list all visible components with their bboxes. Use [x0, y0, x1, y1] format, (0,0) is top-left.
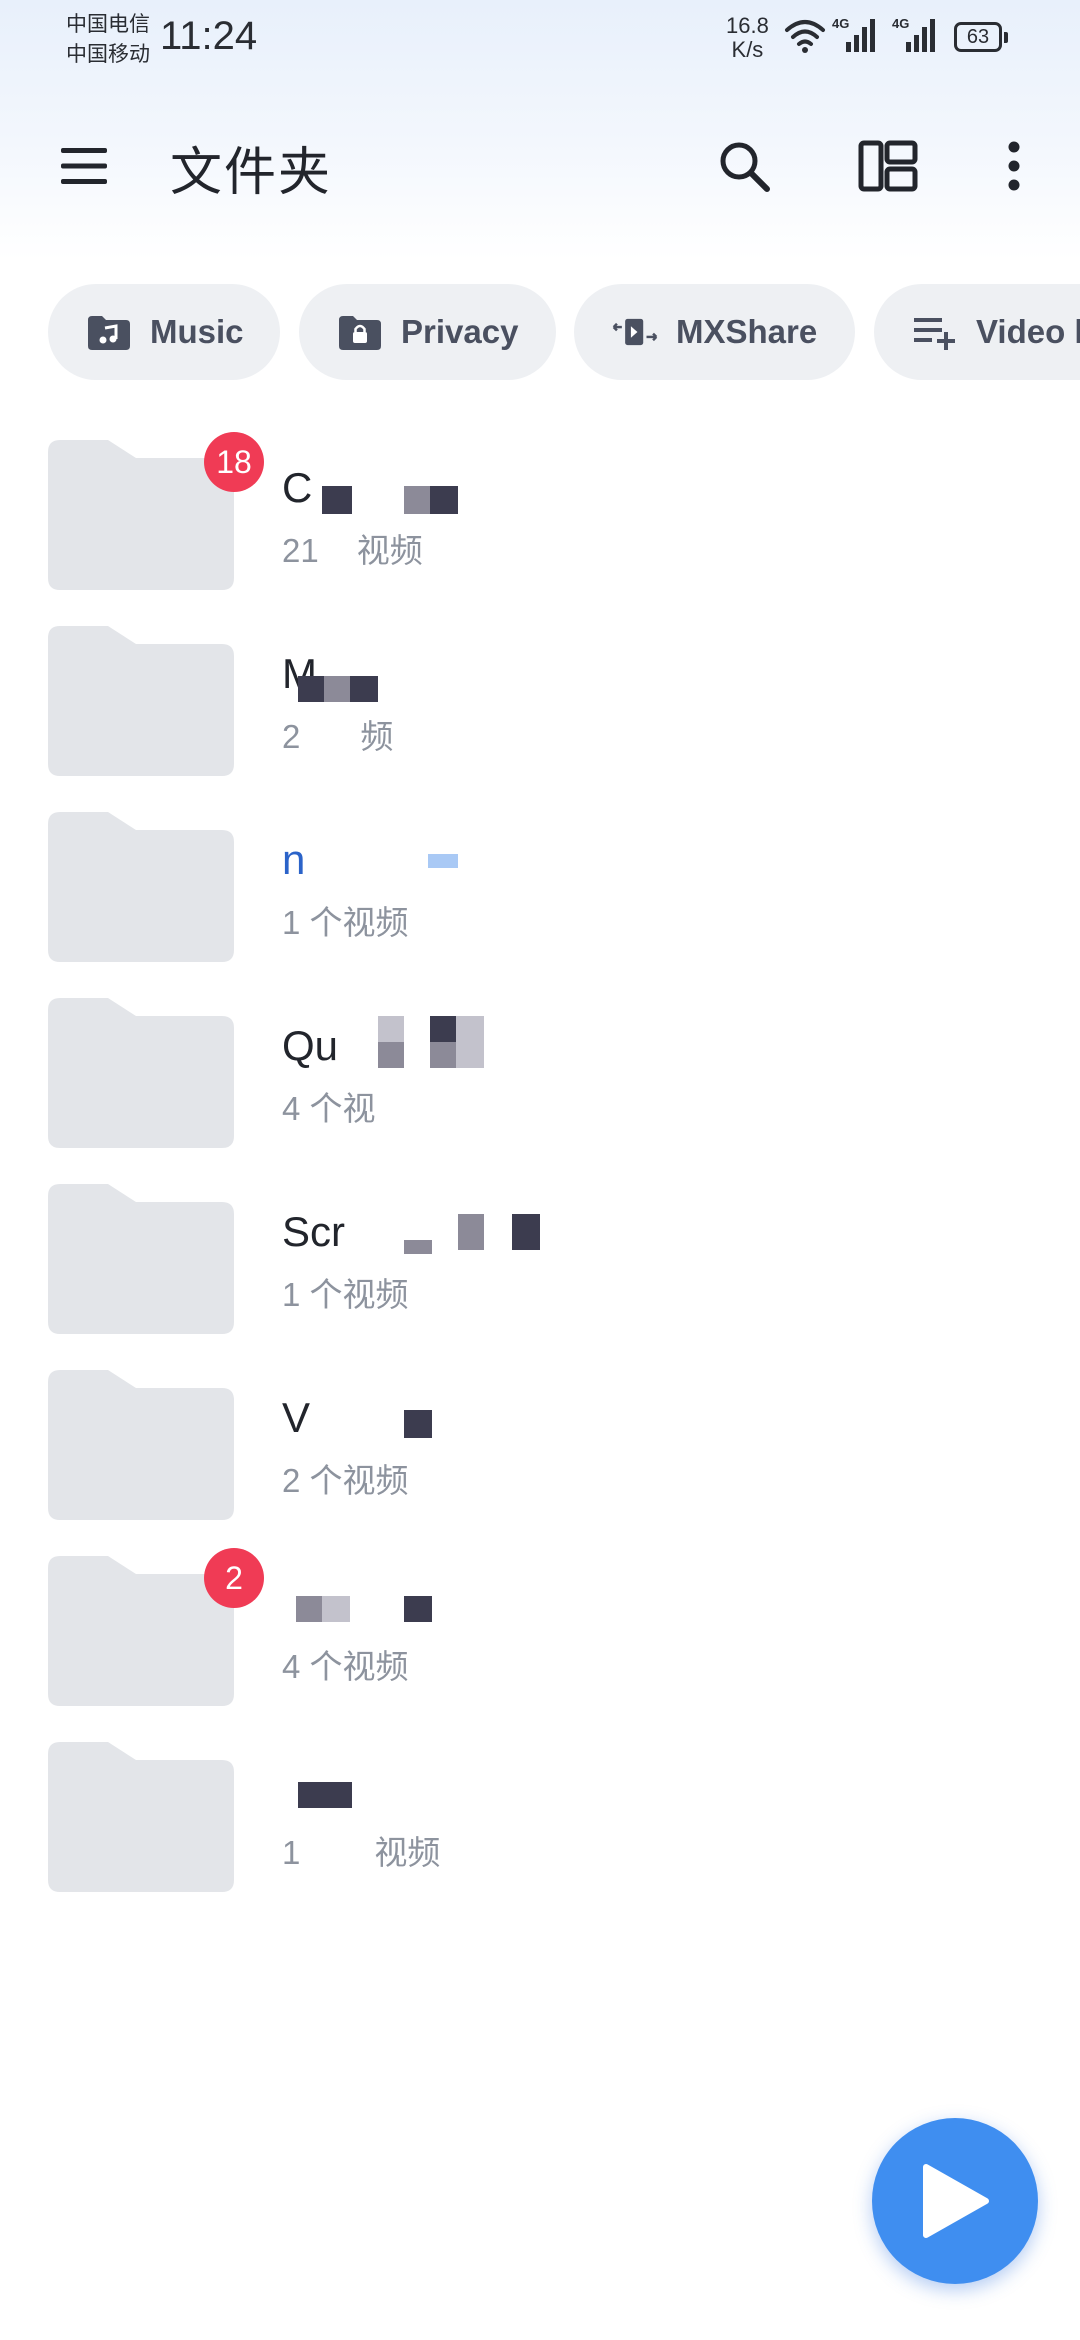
redacted-text — [456, 1016, 484, 1042]
folder-video-count: 2频 — [282, 718, 394, 755]
music-folder-icon — [86, 309, 132, 355]
folder-name: V — [282, 1394, 311, 1441]
folder-name: C — [282, 464, 313, 511]
folder-row[interactable]: 2 4 个视频 — [0, 1546, 1080, 1732]
play-fab-button[interactable] — [872, 2118, 1038, 2284]
network-speed-value: 16.8 — [726, 13, 769, 38]
folder-row[interactable]: 1 视频 — [0, 1732, 1080, 1918]
redacted-text — [430, 486, 458, 514]
chip-music[interactable]: Music — [48, 284, 280, 380]
folder-icon — [48, 812, 234, 962]
chip-mxshare[interactable]: MXShare — [574, 284, 855, 380]
app-bar: 文件夹 — [0, 100, 1080, 220]
network-type-label: 4G — [832, 16, 850, 31]
redacted-text — [296, 1596, 322, 1622]
redacted-text — [404, 1410, 432, 1438]
search-icon — [720, 142, 770, 192]
carrier-1: 中国电信 — [66, 13, 150, 36]
status-bar: 中国电信 中国移动 11:24 16.8 K/s 4G 4G 63 — [0, 0, 1080, 80]
layout-grid-icon — [858, 140, 918, 192]
redacted-text — [430, 1042, 456, 1068]
cellular-signal-2: 4G — [892, 16, 938, 59]
redacted-text — [378, 1042, 404, 1068]
menu-button[interactable] — [40, 122, 128, 210]
folder-icon — [48, 1370, 234, 1520]
redacted-text — [458, 1214, 484, 1250]
redacted-text — [428, 854, 458, 868]
folder-video-count: 1 视频 — [282, 1834, 441, 1871]
new-count-badge: 2 — [204, 1548, 264, 1608]
share-transfer-icon — [612, 309, 658, 355]
redacted-text — [430, 1016, 456, 1042]
battery-icon: 63 — [954, 22, 1008, 52]
redacted-text — [322, 1596, 350, 1622]
folder-row[interactable]: V 2 个视频 — [0, 1360, 1080, 1546]
redacted-text — [298, 1782, 352, 1808]
hamburger-menu-icon — [61, 148, 107, 184]
network-speed-unit: K/s — [731, 37, 764, 62]
network-type-label: 4G — [892, 16, 910, 31]
page-title: 文件夹 — [170, 144, 333, 202]
folder-icon — [48, 626, 234, 776]
folder-video-count: 2 个视频 — [282, 1462, 409, 1499]
more-options-button[interactable] — [970, 122, 1058, 210]
redacted-text — [350, 676, 378, 702]
chip-label: Music — [150, 313, 244, 350]
chip-label: MXShare — [676, 313, 818, 350]
redacted-text — [322, 486, 352, 514]
redacted-text — [298, 676, 324, 702]
folder-video-count: 4 个视 — [282, 1090, 376, 1127]
folder-video-count: 1 个视频 — [282, 1276, 409, 1313]
playlist-add-icon — [912, 309, 958, 355]
folder-name: n — [282, 836, 306, 883]
chip-label: Video l — [976, 313, 1080, 350]
folder-row[interactable]: Qu 4 个视 — [0, 988, 1080, 1174]
redacted-text — [378, 1016, 404, 1042]
redacted-text — [456, 1042, 484, 1068]
folder-video-count: 1 个视频 — [282, 904, 409, 941]
status-time: 11:24 — [160, 14, 258, 58]
cellular-signal-1: 4G — [832, 16, 878, 59]
chip-label: Privacy — [401, 313, 519, 350]
folder-icon — [48, 1184, 234, 1334]
folder-icon — [48, 1742, 234, 1892]
redacted-text — [404, 486, 430, 514]
carrier-2: 中国移动 — [66, 43, 150, 66]
folder-video-count: 4 个视频 — [282, 1648, 409, 1685]
folder-row[interactable]: 18 C 21 视频 — [0, 430, 1080, 616]
carrier-info: 中国电信 中国移动 — [66, 10, 150, 70]
search-button[interactable] — [700, 122, 788, 210]
folder-row[interactable]: M 2频 — [0, 616, 1080, 802]
more-vertical-icon — [1008, 141, 1020, 191]
folder-name: Qu — [282, 1022, 339, 1069]
folder-row[interactable]: n 1 个视频 — [0, 802, 1080, 988]
folder-name: Scr — [282, 1208, 345, 1255]
play-icon — [923, 2164, 989, 2238]
folder-icon — [48, 998, 234, 1148]
redacted-text — [404, 1596, 432, 1622]
redacted-text — [512, 1214, 540, 1250]
chip-privacy[interactable]: Privacy — [299, 284, 556, 380]
new-count-badge: 18 — [204, 432, 264, 492]
network-speed: 16.8 K/s — [726, 14, 769, 62]
redacted-text — [324, 676, 350, 702]
redacted-text — [404, 1240, 432, 1254]
chip-video-playlist[interactable]: Video l — [874, 284, 1080, 380]
lock-folder-icon — [337, 309, 383, 355]
wifi-icon — [785, 20, 825, 53]
folder-row[interactable]: Scr 1 个视频 — [0, 1174, 1080, 1360]
view-mode-button[interactable] — [844, 122, 932, 210]
folder-video-count: 21 视频 — [282, 532, 423, 569]
